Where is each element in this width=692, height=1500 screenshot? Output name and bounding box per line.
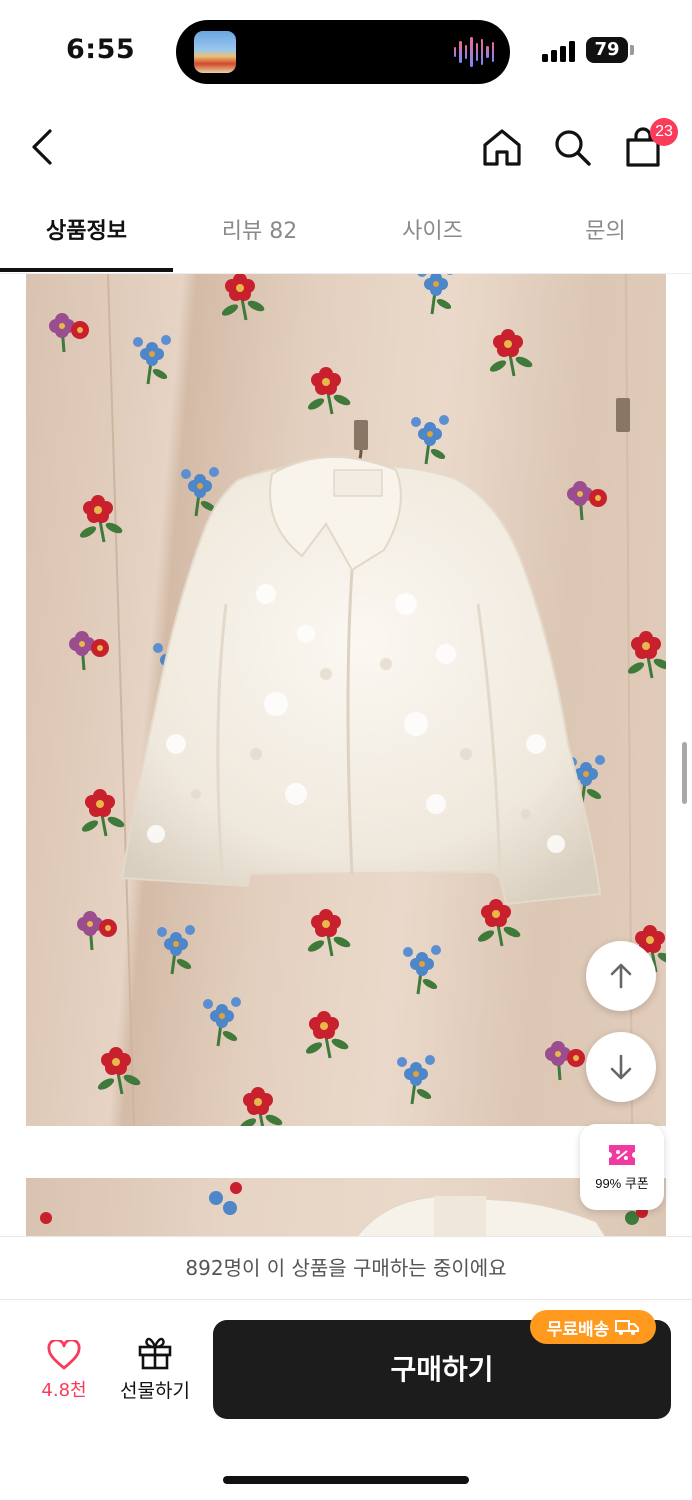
tab-inquiry[interactable]: 문의 — [519, 196, 692, 272]
audio-wave-icon — [454, 36, 494, 68]
battery-icon: 79 — [586, 37, 628, 63]
coupon-button[interactable]: 99% 쿠폰 — [580, 1124, 664, 1210]
gift-icon — [138, 1337, 172, 1370]
cellular-signal-icon — [542, 40, 576, 62]
search-button[interactable] — [548, 122, 596, 172]
tab-bar: 상품정보 리뷰 82 사이즈 문의 — [0, 196, 692, 274]
coupon-ticket-icon — [609, 1144, 635, 1165]
dynamic-island — [176, 20, 510, 84]
now-playing-artwork — [194, 31, 236, 73]
like-count: 4.8천 — [41, 1380, 87, 1401]
nav-bar — [0, 100, 692, 196]
product-image — [26, 274, 666, 1126]
status-time: 6:55 — [66, 34, 136, 65]
delivery-truck-icon — [615, 1320, 640, 1335]
tab-product-info[interactable]: 상품정보 — [0, 196, 173, 272]
coupon-label: 99% 쿠폰 — [595, 1175, 649, 1191]
free-shipping-badge: 무료배송 — [530, 1310, 656, 1344]
product-image-secondary — [26, 1178, 666, 1238]
home-icon — [483, 129, 521, 166]
active-tab-indicator — [0, 268, 173, 272]
purchase-notice: 892명이 이 상품을 구매하는 중이에요 — [0, 1236, 692, 1300]
product-photo-coat — [47, 274, 666, 1126]
like-button[interactable]: 4.8천 — [26, 1340, 102, 1410]
product-photo-coat-2 — [40, 1182, 648, 1238]
tab-reviews[interactable]: 리뷰 82 — [173, 196, 346, 272]
chevron-left-icon — [32, 129, 52, 165]
home-indicator — [223, 1476, 469, 1484]
scroll-up-button[interactable] — [586, 941, 656, 1011]
home-button[interactable] — [478, 122, 526, 172]
arrow-up-icon — [610, 963, 632, 989]
back-button[interactable] — [20, 122, 64, 172]
tab-size[interactable]: 사이즈 — [346, 196, 519, 272]
scroll-indicator[interactable] — [682, 742, 687, 804]
scroll-down-button[interactable] — [586, 1032, 656, 1102]
gift-label: 선물하기 — [120, 1380, 190, 1402]
gift-button[interactable]: 선물하기 — [112, 1336, 198, 1410]
free-shipping-label: 무료배송 — [546, 1319, 610, 1340]
cart-badge: 23 — [650, 118, 678, 146]
battery-tip — [630, 45, 634, 55]
arrow-down-icon — [610, 1054, 632, 1080]
search-icon — [555, 130, 591, 166]
bottom-action-bar: 4.8천 선물하기 구매하기 무료배송 — [0, 1300, 692, 1500]
heart-icon — [47, 1340, 81, 1370]
status-bar: 6:55 79 — [0, 0, 692, 100]
